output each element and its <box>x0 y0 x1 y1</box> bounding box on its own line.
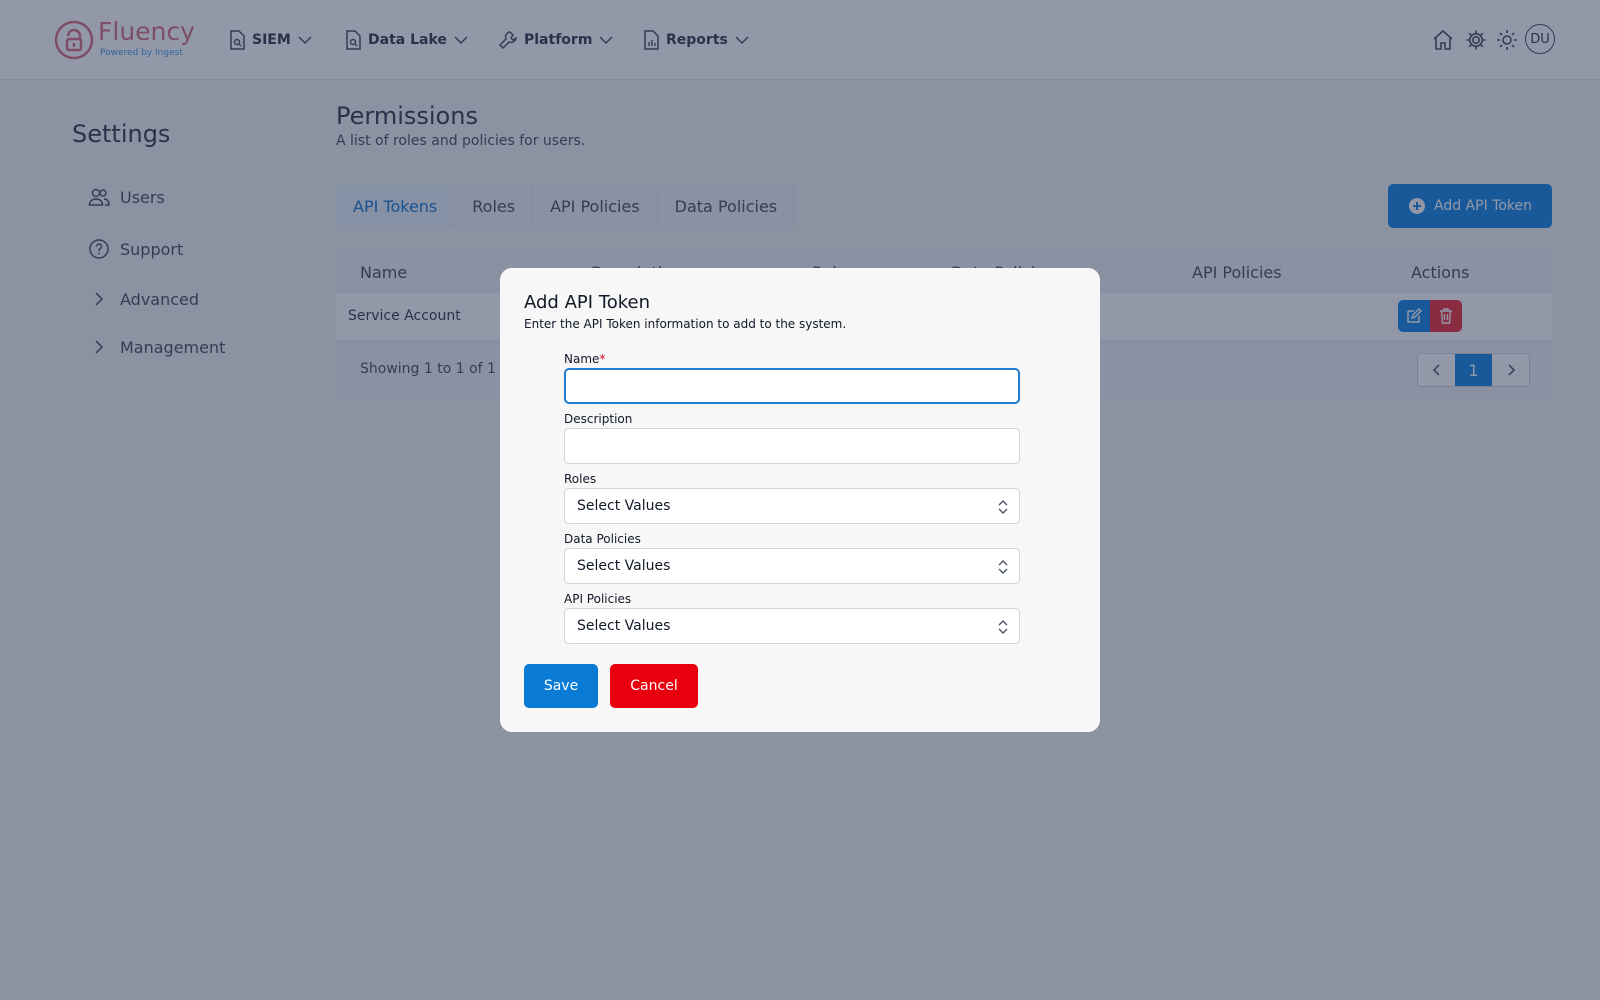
api-policies-select-value: Select Values <box>577 618 671 634</box>
name-label-text: Name <box>564 352 600 366</box>
description-input[interactable] <box>564 428 1020 464</box>
api-policies-label: API Policies <box>564 592 632 606</box>
roles-select[interactable]: Select Values <box>564 488 1020 524</box>
data-policies-label: Data Policies <box>564 532 641 546</box>
cancel-button[interactable]: Cancel <box>610 664 698 708</box>
save-button[interactable]: Save <box>524 664 598 708</box>
chevron-up-down-icon <box>998 560 1008 574</box>
api-policies-select[interactable]: Select Values <box>564 608 1020 644</box>
dialog-title: Add API Token <box>524 292 650 313</box>
data-policies-select[interactable]: Select Values <box>564 548 1020 584</box>
chevron-up-down-icon <box>998 500 1008 514</box>
dialog-subtitle: Enter the API Token information to add t… <box>524 317 847 331</box>
chevron-up-down-icon <box>998 620 1008 634</box>
name-input[interactable] <box>564 368 1020 404</box>
data-policies-select-value: Select Values <box>577 558 671 574</box>
roles-label: Roles <box>564 472 597 486</box>
roles-select-value: Select Values <box>577 498 671 514</box>
description-label: Description <box>564 412 633 426</box>
name-label: Name* <box>564 352 605 366</box>
add-api-token-dialog: Add API Token Enter the API Token inform… <box>500 268 1100 732</box>
required-mark: * <box>599 352 606 366</box>
